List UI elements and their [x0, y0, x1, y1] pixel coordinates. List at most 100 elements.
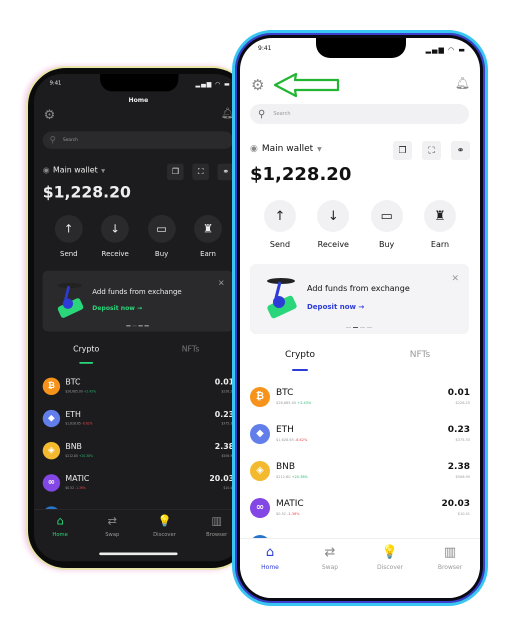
browser-icon: ▥ — [211, 515, 223, 529]
tab-nfts[interactable]: NFTs — [360, 350, 480, 370]
nav-home[interactable]: ⌂ Home — [34, 515, 86, 561]
search-placeholder: Search — [273, 111, 291, 117]
receive-icon: ↓ — [101, 214, 130, 243]
action-label: Send — [269, 240, 291, 249]
search-input[interactable]: ⚲ Search — [250, 104, 469, 124]
action-label: Send — [60, 249, 78, 258]
asset-row[interactable]: ₿ BTC $26,685.00 +2.43% 0.01 $226.25 — [240, 378, 480, 415]
wallet-selector[interactable]: ◉ Main wallet ▼ — [250, 144, 322, 154]
add-funds-banner[interactable]: Add funds from exchange Deposit now → ✕ — [250, 264, 469, 334]
gear-icon[interactable]: ⚙ — [44, 107, 56, 123]
annotation-arrow-icon — [273, 72, 340, 98]
eye-icon: ◉ — [250, 144, 258, 154]
asset-amount: 0.01 — [447, 388, 470, 398]
deposit-now-link[interactable]: Deposit now → — [307, 303, 364, 311]
action-label: Earn — [430, 240, 450, 249]
buy-button[interactable]: ▭ Buy — [144, 214, 179, 258]
scan-icon[interactable]: ⛶ — [192, 163, 209, 181]
close-icon[interactable]: ✕ — [451, 274, 459, 284]
dark-mode-screen: 9:41 ▂▄▆ ◠ ▬ Home ⚙ 🔔︎ ⚲ Search ◉ Main wal… — [34, 74, 243, 562]
search-icon: ⚲ — [258, 108, 266, 120]
asset-row[interactable]: ◆ ETH $1,628.65 -8.62% 0.23 $375.33 — [34, 402, 243, 434]
btc-coin-icon: ₿ — [250, 386, 270, 407]
asset-symbol: ETH — [276, 425, 294, 435]
browser-icon: ▥ — [443, 545, 457, 560]
page-title: Home — [128, 96, 149, 104]
asset-change: +2.43% — [297, 401, 312, 405]
banner-title: Add funds from exchange — [307, 284, 410, 293]
gear-icon[interactable]: ⚙ — [251, 76, 264, 94]
nav-home[interactable]: ⌂ Home — [240, 545, 300, 598]
discover-icon: 💡 — [381, 545, 399, 560]
deposit-now-link[interactable]: Deposit now → — [92, 305, 142, 312]
asset-price: $212.80 — [276, 475, 291, 479]
send-icon: ↑ — [54, 214, 83, 243]
scan-icon[interactable]: ⛶ — [422, 141, 441, 160]
asset-row[interactable]: ∞ MATIC $0.52 -1.36% 20.03 $10.41 — [34, 466, 243, 498]
asset-symbol: MATIC — [276, 499, 304, 509]
asset-amount: 20.03 — [441, 499, 470, 509]
buy-button[interactable]: ▭ Buy — [367, 200, 407, 249]
banner-illustration — [267, 278, 297, 319]
asset-price: $1,628.65 — [65, 422, 81, 426]
receive-button[interactable]: ↓ Receive — [98, 214, 133, 258]
nav-swap[interactable]: ⇄ Swap — [300, 545, 360, 598]
btc-coin-icon: ₿ — [42, 377, 61, 395]
wallet-selector[interactable]: ◉ Main wallet ▼ — [43, 166, 105, 175]
search-input[interactable]: ⚲ Search — [42, 131, 234, 149]
asset-value: $10.41 — [457, 512, 470, 516]
action-label: Earn — [200, 249, 216, 258]
nav-label: Home — [261, 564, 279, 571]
asset-row[interactable]: ∞ MATIC $0.52 -1.36% 20.03 $10.41 — [240, 489, 480, 526]
earn-icon: ♜ — [194, 214, 222, 243]
asset-symbol: BTC — [276, 388, 294, 398]
carousel-dots — [126, 324, 149, 327]
earn-button[interactable]: ♜ Earn — [420, 200, 460, 249]
notch — [100, 74, 179, 92]
bell-icon[interactable]: 🔔︎ — [455, 76, 470, 90]
tab-crypto[interactable]: Crypto — [240, 350, 360, 371]
wallet-balance: $1,228.20 — [250, 164, 352, 185]
asset-symbol: BNB — [276, 462, 296, 472]
send-icon: ↑ — [264, 200, 296, 232]
asset-value: $375.33 — [455, 438, 470, 442]
nav-label: Swap — [105, 531, 120, 538]
asset-row[interactable]: ◈ BNB $212.80 +20.38% 2.38 $506.95 — [34, 434, 243, 466]
nav-label: Browser — [206, 531, 228, 538]
chevron-down-icon: ▼ — [101, 167, 106, 174]
nav-browser[interactable]: ▥ Browser — [420, 545, 480, 598]
eth-coin-icon: ◆ — [42, 409, 61, 427]
action-label: Buy — [379, 240, 395, 249]
matic-coin-icon: ∞ — [42, 473, 61, 492]
add-funds-banner[interactable]: Add funds from exchange Deposit now → ✕ — [42, 270, 234, 332]
asset-price: $0.52 — [65, 486, 75, 490]
earn-icon: ♜ — [423, 200, 456, 232]
send-button[interactable]: ↑ Send — [51, 214, 86, 258]
asset-row[interactable]: ◈ BNB $212.80 +20.38% 2.38 $506.95 — [240, 452, 480, 489]
asset-symbol: ETH — [65, 410, 81, 420]
wallet-name: Main wallet — [261, 144, 314, 154]
notch — [316, 38, 406, 58]
send-button[interactable]: ↑ Send — [260, 200, 300, 249]
link-icon[interactable]: ⚭ — [451, 141, 470, 160]
close-icon[interactable]: ✕ — [218, 279, 225, 288]
asset-row[interactable]: ◆ ETH $1,628.65 -8.62% 0.23 $375.33 — [240, 415, 480, 452]
earn-button[interactable]: ♜ Earn — [191, 214, 226, 258]
wallet-balance: $1,228.20 — [42, 183, 131, 202]
receive-button[interactable]: ↓ Receive — [313, 200, 353, 249]
asset-value: $226.25 — [455, 401, 470, 405]
asset-amount: 0.23 — [447, 425, 470, 435]
discover-icon: 💡 — [157, 515, 172, 529]
tab-nfts[interactable]: NFTs — [138, 345, 242, 362]
asset-row[interactable]: ₿ BTC $26,685.00 +2.43% 0.01 $226.25 — [34, 370, 243, 402]
eye-icon: ◉ — [42, 166, 50, 175]
action-label: Receive — [317, 240, 349, 249]
status-icons: ▂▄▆ ◠ ▬ — [425, 46, 466, 54]
copy-icon[interactable]: ❐ — [167, 163, 184, 181]
asset-price: $212.80 — [65, 454, 78, 458]
copy-icon[interactable]: ❐ — [393, 141, 412, 160]
nav-discover[interactable]: 💡 Discover — [360, 545, 420, 598]
asset-price: $0.52 — [276, 512, 287, 516]
nav-label: Discover — [376, 564, 404, 571]
tab-crypto[interactable]: Crypto — [34, 345, 138, 364]
